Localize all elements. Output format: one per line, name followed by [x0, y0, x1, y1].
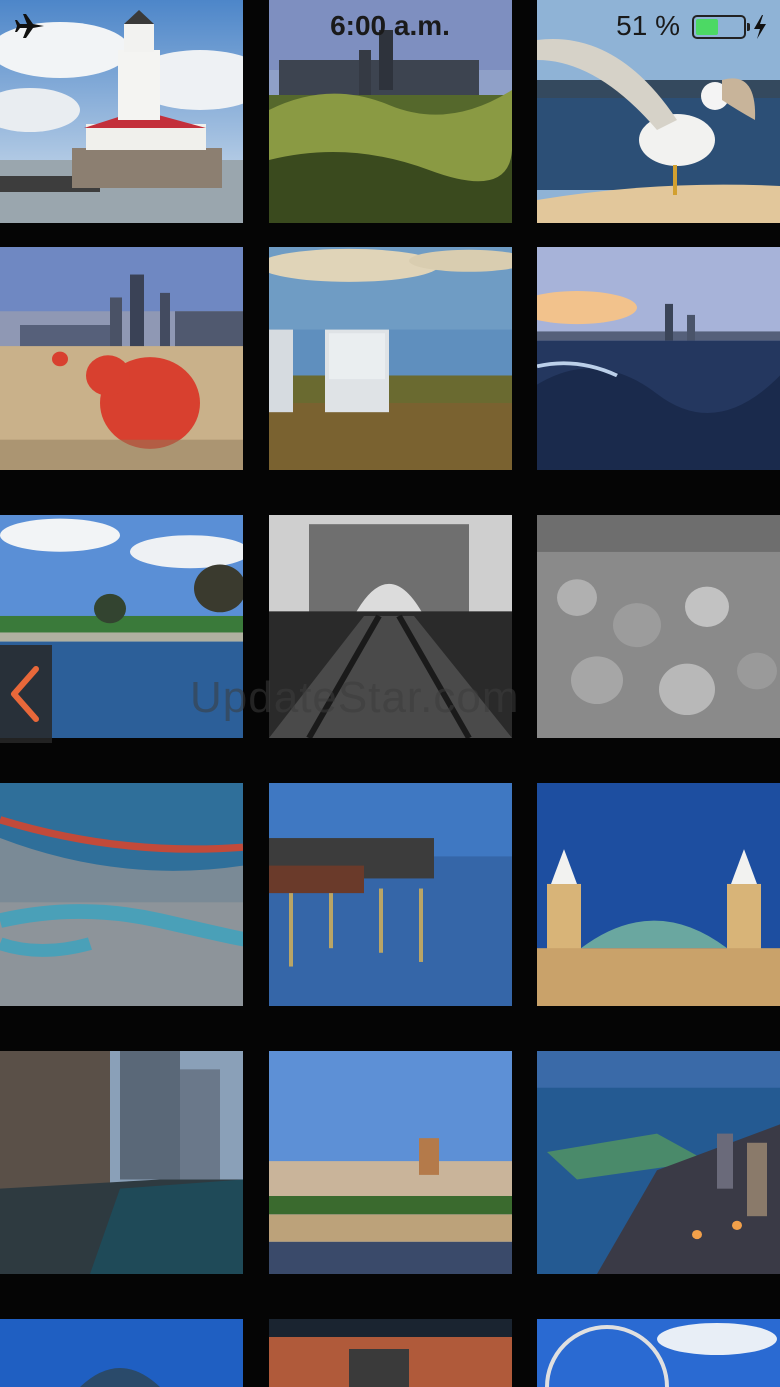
photo-tile-dome[interactable]: [0, 1319, 243, 1387]
battery-percent: 51 %: [616, 10, 680, 41]
pier-night-photo: [269, 783, 512, 1006]
watermark: UpdateStar.com: [190, 673, 520, 722]
navy-pier-towers-photo: [537, 783, 780, 1006]
status-bar: 6:00 a.m. 51 %: [0, 0, 780, 54]
navy-pier-distance-photo: [269, 1051, 512, 1274]
battery-fill: [696, 19, 718, 35]
beach-buoys-photo: [0, 247, 243, 470]
skyline-water-photo: [537, 247, 780, 470]
rocks-bw-photo: [537, 515, 780, 738]
charging-icon: [754, 15, 766, 39]
photo-tile-beach-buoys[interactable]: [0, 247, 243, 470]
ferris-wheel-photo: [537, 1319, 780, 1387]
pier-walkway-photo: [0, 1051, 243, 1274]
photo-tile-pier-walkway[interactable]: [0, 1051, 243, 1274]
photo-tile-skyline-water[interactable]: [537, 247, 780, 470]
battery-icon: [692, 15, 750, 39]
aerial-city-photo: [537, 1051, 780, 1274]
adirondack-chairs-photo: [269, 247, 512, 470]
chevron-left-icon: [11, 666, 39, 722]
scoreboard-photo: [269, 1319, 512, 1387]
back-button[interactable]: [0, 645, 52, 743]
photo-tile-rocks-bw[interactable]: [537, 515, 780, 738]
photo-tile-boat-rope[interactable]: [0, 783, 243, 1006]
photo-tile-aerial-city[interactable]: [537, 1051, 780, 1274]
photo-tile-navy-pier-towers[interactable]: [537, 783, 780, 1006]
photo-tile-adirondack-chairs[interactable]: [269, 247, 512, 470]
photo-tile-ferris-wheel[interactable]: [537, 1319, 780, 1387]
photo-tile-navy-pier-distance[interactable]: [269, 1051, 512, 1274]
photo-tile-scoreboard[interactable]: [269, 1319, 512, 1387]
photo-tile-pier-night[interactable]: [269, 783, 512, 1006]
dome-photo: [0, 1319, 243, 1387]
boat-rope-photo: [0, 783, 243, 1006]
